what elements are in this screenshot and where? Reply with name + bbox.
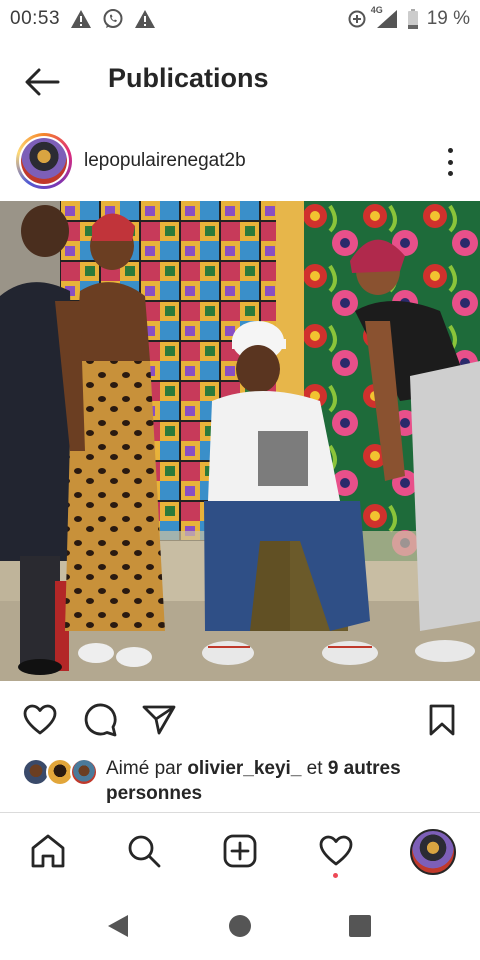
liker-avatars[interactable] <box>22 758 98 788</box>
status-time: 00:53 <box>10 8 61 29</box>
post-username[interactable]: lepopulairenegat2b <box>84 150 246 172</box>
activity-icon[interactable] <box>316 831 356 871</box>
app-header: Publications <box>0 48 480 116</box>
profile-avatar[interactable] <box>410 829 456 875</box>
notification-dot <box>333 873 338 878</box>
liker-avatar <box>70 758 98 786</box>
post-header: lepopulairenegat2b <box>0 128 480 194</box>
likes-prefix: Aimé par <box>106 758 188 779</box>
battery-icon <box>407 9 419 29</box>
heart-icon[interactable] <box>20 700 60 740</box>
whatsapp-icon <box>102 8 124 30</box>
status-bar: 00:53 4G 19 % <box>0 0 480 38</box>
back-arrow-icon[interactable] <box>22 64 62 100</box>
network-type: 4G <box>370 5 383 15</box>
likes-middle: et <box>301 758 328 779</box>
search-icon[interactable] <box>124 831 164 871</box>
comment-icon[interactable] <box>80 700 120 740</box>
data-saver-icon <box>347 9 367 29</box>
likes-text[interactable]: Aimé par olivier_keyi_ et 9 autres perso… <box>106 756 456 806</box>
home-icon[interactable] <box>28 831 68 871</box>
page-title: Publications <box>108 63 269 93</box>
post-image[interactable] <box>0 201 480 681</box>
more-vertical-icon[interactable] <box>444 148 456 176</box>
liker-username[interactable]: olivier_keyi_ <box>187 758 301 779</box>
warning-icon <box>70 9 92 29</box>
system-navigation <box>0 890 480 960</box>
back-triangle-icon[interactable] <box>104 912 132 940</box>
status-left: 00:53 <box>10 8 156 30</box>
battery-percentage: 19 % <box>426 8 470 29</box>
home-circle-icon[interactable] <box>226 912 254 940</box>
warning-icon <box>134 9 156 29</box>
bottom-navigation <box>0 812 480 890</box>
bookmark-icon[interactable] <box>422 700 462 740</box>
signal-icon: 4G <box>371 5 399 29</box>
post-author-avatar[interactable] <box>16 133 72 189</box>
post-actions <box>0 700 480 740</box>
share-icon[interactable] <box>139 700 179 740</box>
new-post-icon[interactable] <box>220 831 260 871</box>
status-right: 4G 19 % <box>347 5 470 30</box>
recents-square-icon[interactable] <box>346 912 374 940</box>
